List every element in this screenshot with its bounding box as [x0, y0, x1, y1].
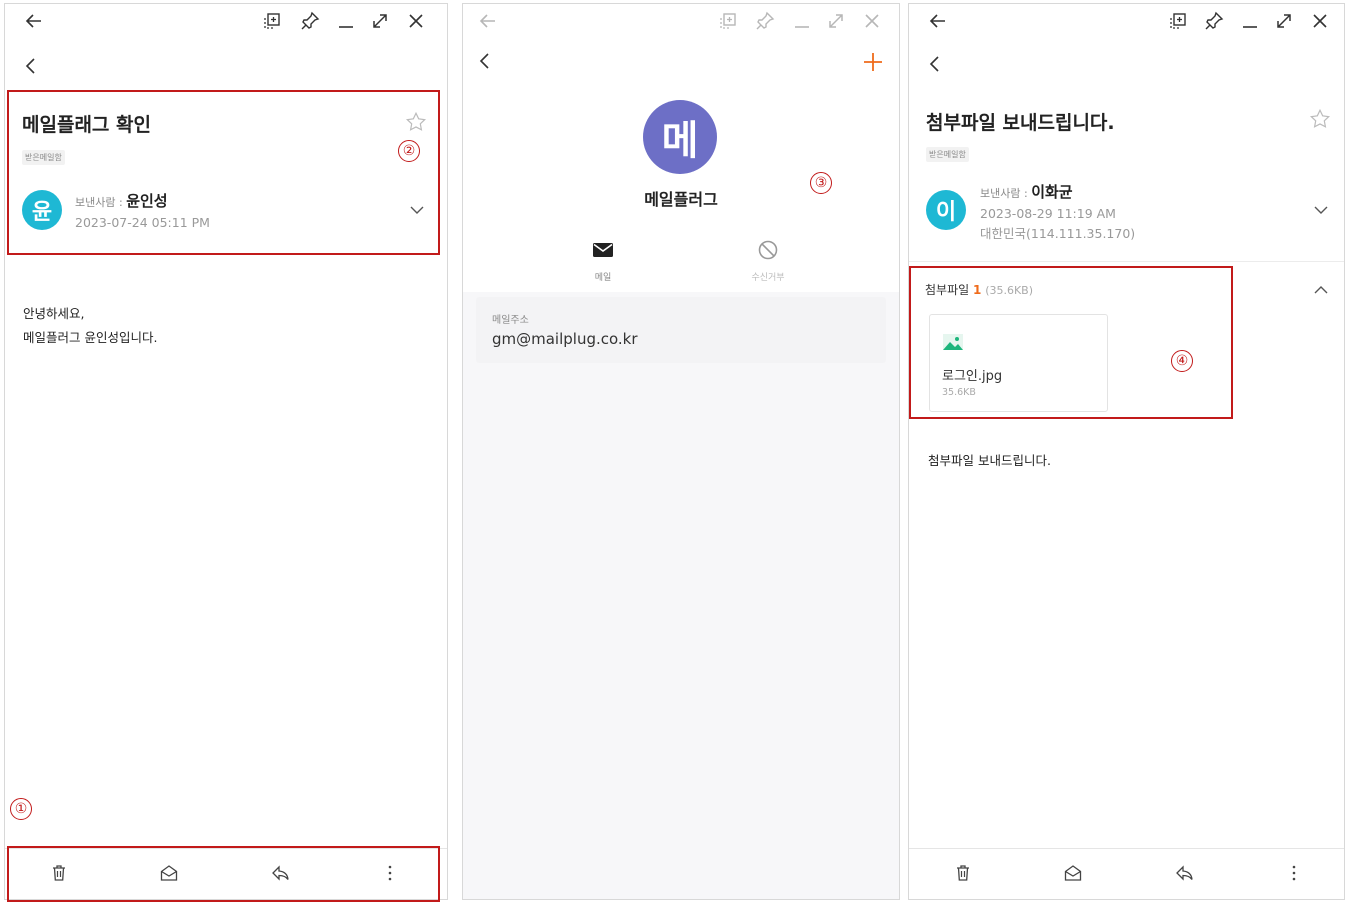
annotation-box-toolbar — [7, 846, 440, 902]
window-titlebar — [5, 4, 447, 38]
block-sender-action[interactable]: 수신거부 — [738, 238, 798, 283]
contact-panel: 메 메일플러그 메일 수신거부 메일주소 gm@mailplug.co.kr — [462, 3, 900, 900]
close-icon[interactable] — [861, 10, 883, 32]
envelope-open-icon[interactable] — [1062, 862, 1084, 884]
pin-icon[interactable] — [754, 10, 776, 32]
back-chevron-icon[interactable] — [21, 55, 41, 77]
action-label: 수신거부 — [751, 273, 785, 283]
folder-tag: 받은메일함 — [926, 147, 969, 162]
email-address-value[interactable]: gm@mailplug.co.kr — [492, 330, 638, 348]
expand-icon[interactable] — [825, 10, 847, 32]
expand-icon[interactable] — [1273, 10, 1295, 32]
annotation-box-attachment — [909, 266, 1233, 419]
mail-view-panel-attachment: 첨부파일 보내드립니다. 받은메일함 이 보낸사람 : 이화균 2023-08-… — [908, 3, 1345, 900]
chevron-up-icon[interactable] — [1312, 281, 1330, 299]
mail-date: 2023-08-29 11:19 AM — [980, 206, 1116, 221]
back-arrow-icon[interactable] — [477, 10, 499, 32]
chevron-down-icon[interactable] — [1312, 201, 1330, 219]
back-chevron-icon[interactable] — [925, 53, 945, 75]
back-arrow-icon[interactable] — [23, 10, 45, 32]
add-contact-icon[interactable] — [861, 50, 885, 74]
action-label: 메일 — [594, 273, 612, 283]
minimize-icon[interactable] — [791, 10, 813, 32]
sender-label: 보낸사람 : — [980, 187, 1032, 200]
star-icon[interactable] — [1309, 108, 1331, 130]
window-titlebar — [463, 4, 899, 38]
body-line: 안녕하세요, — [23, 306, 85, 321]
expand-icon[interactable] — [369, 10, 391, 32]
contact-avatar: 메 — [643, 100, 717, 174]
mail-subject: 첨부파일 보내드립니다. — [926, 112, 1115, 134]
more-vertical-icon[interactable] — [1283, 862, 1305, 884]
pin-icon[interactable] — [1203, 10, 1225, 32]
mail-body: 안녕하세요, 메일플러그 윤인성입니다. — [23, 302, 157, 350]
annotation-marker-4: ④ — [1171, 350, 1193, 372]
reply-icon[interactable] — [1174, 862, 1196, 884]
email-address-card[interactable]: 메일주소 gm@mailplug.co.kr — [476, 297, 886, 363]
annotation-marker-1: ① — [10, 798, 32, 820]
back-arrow-icon[interactable] — [927, 10, 949, 32]
email-address-label: 메일주소 — [492, 315, 529, 326]
window-titlebar — [909, 4, 1344, 38]
body-line: 메일플러그 윤인성입니다. — [23, 330, 158, 345]
back-chevron-icon[interactable] — [475, 50, 495, 72]
contact-name: 메일플러그 — [644, 190, 718, 209]
capture-icon[interactable] — [261, 10, 283, 32]
pin-icon[interactable] — [299, 10, 321, 32]
capture-icon[interactable] — [717, 10, 739, 32]
mail-icon — [593, 243, 613, 257]
close-icon[interactable] — [405, 10, 427, 32]
minimize-icon[interactable] — [1239, 10, 1261, 32]
contact-details-area — [463, 292, 899, 899]
sender-line: 보낸사람 : 이화균 — [980, 181, 1073, 202]
sender-avatar[interactable]: 이 — [926, 190, 966, 230]
block-icon — [758, 240, 778, 260]
capture-icon[interactable] — [1167, 10, 1189, 32]
send-mail-action[interactable]: 메일 — [573, 238, 633, 283]
minimize-icon[interactable] — [335, 10, 357, 32]
annotation-box-header — [7, 90, 440, 255]
mail-action-bar — [909, 848, 1344, 899]
annotation-marker-3: ③ — [810, 172, 832, 194]
annotation-marker-2: ② — [398, 140, 420, 162]
sender-name[interactable]: 이화균 — [1031, 183, 1072, 201]
trash-icon[interactable] — [952, 862, 974, 884]
divider — [909, 261, 1344, 262]
mail-body: 첨부파일 보내드립니다. — [928, 453, 1051, 468]
close-icon[interactable] — [1309, 10, 1331, 32]
sender-location: 대한민국(114.111.35.170) — [980, 226, 1136, 241]
